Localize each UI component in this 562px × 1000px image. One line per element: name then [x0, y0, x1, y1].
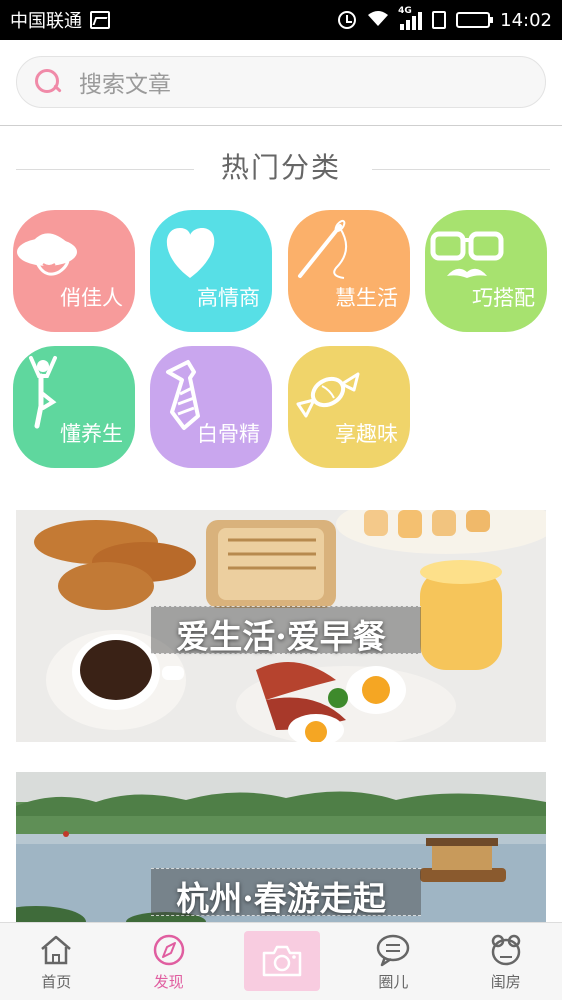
candy-icon [296, 372, 360, 418]
lady-hat-icon [17, 233, 77, 276]
banner-caption: 爱生活·爱早餐 [176, 617, 386, 656]
status-icons: 4G 14:02 [338, 6, 552, 31]
category-label: 高情商 [197, 286, 260, 310]
compass-icon [153, 934, 184, 966]
bear-icon [491, 934, 520, 966]
camera-button[interactable] [244, 931, 320, 991]
nav-label: 发现 [153, 973, 184, 991]
nav-home[interactable]: 首页 [0, 923, 112, 1000]
category-label: 白骨精 [197, 422, 260, 446]
category-tile-life[interactable]: 慧生活 [288, 210, 410, 332]
signal-icon: 4G [398, 6, 423, 30]
search-placeholder: 搜索文章 [79, 72, 171, 98]
category-tile-beauty[interactable]: 俏佳人 [13, 210, 135, 332]
category-tile-eq[interactable]: 高情商 [150, 210, 272, 332]
banner-breakfast[interactable]: 爱生活·爱早餐 [16, 510, 546, 742]
category-label: 享趣味 [335, 422, 398, 446]
search-bar-area: 搜索文章 [0, 40, 562, 126]
nav-label: 圈儿 [378, 973, 409, 991]
category-tile-style[interactable]: 巧搭配 [425, 210, 547, 332]
needle-thread-icon [298, 219, 347, 279]
alarm-icon [338, 11, 357, 29]
image-icon [90, 11, 110, 29]
nav-boudoir[interactable]: 闺房 [450, 923, 562, 1000]
search-icon [33, 67, 63, 97]
carrier-name: 中国联通 [10, 11, 82, 32]
section-header: 热门分类 [0, 140, 562, 192]
banner-caption: 杭州·春游走起 [176, 879, 386, 918]
nav-discover[interactable]: 发现 [112, 923, 224, 1000]
nav-label: 闺房 [490, 973, 521, 991]
sim-icon [432, 11, 447, 29]
category-label: 慧生活 [335, 286, 398, 310]
glasses-mustache-icon [430, 231, 504, 278]
divider [16, 169, 194, 170]
chat-icon [377, 934, 410, 967]
category-label: 懂养生 [60, 422, 123, 446]
yoga-icon [29, 356, 57, 429]
section-title: 热门分类 [220, 151, 341, 184]
category-label: 俏佳人 [60, 286, 123, 310]
camera-icon [262, 945, 302, 977]
nav-label: 首页 [41, 973, 72, 991]
tie-icon [166, 360, 200, 430]
banner-hangzhou[interactable]: 杭州·春游走起 [16, 772, 546, 922]
category-tile-career[interactable]: 白骨精 [150, 346, 272, 468]
category-label: 巧搭配 [472, 286, 535, 310]
home-icon [41, 935, 72, 965]
category-tile-fun[interactable]: 享趣味 [288, 346, 410, 468]
nav-circle[interactable]: 圈儿 [337, 923, 449, 1000]
divider [372, 169, 550, 170]
search-input[interactable]: 搜索文章 [16, 56, 546, 108]
wifi-icon [366, 9, 390, 31]
network-type: 4G [398, 6, 412, 16]
battery-icon [456, 12, 494, 28]
category-tile-health[interactable]: 懂养生 [13, 346, 135, 468]
status-time: 14:02 [500, 9, 552, 31]
heart-icon [166, 228, 215, 278]
status-bar: 中国联通 4G 14:02 [0, 0, 562, 40]
